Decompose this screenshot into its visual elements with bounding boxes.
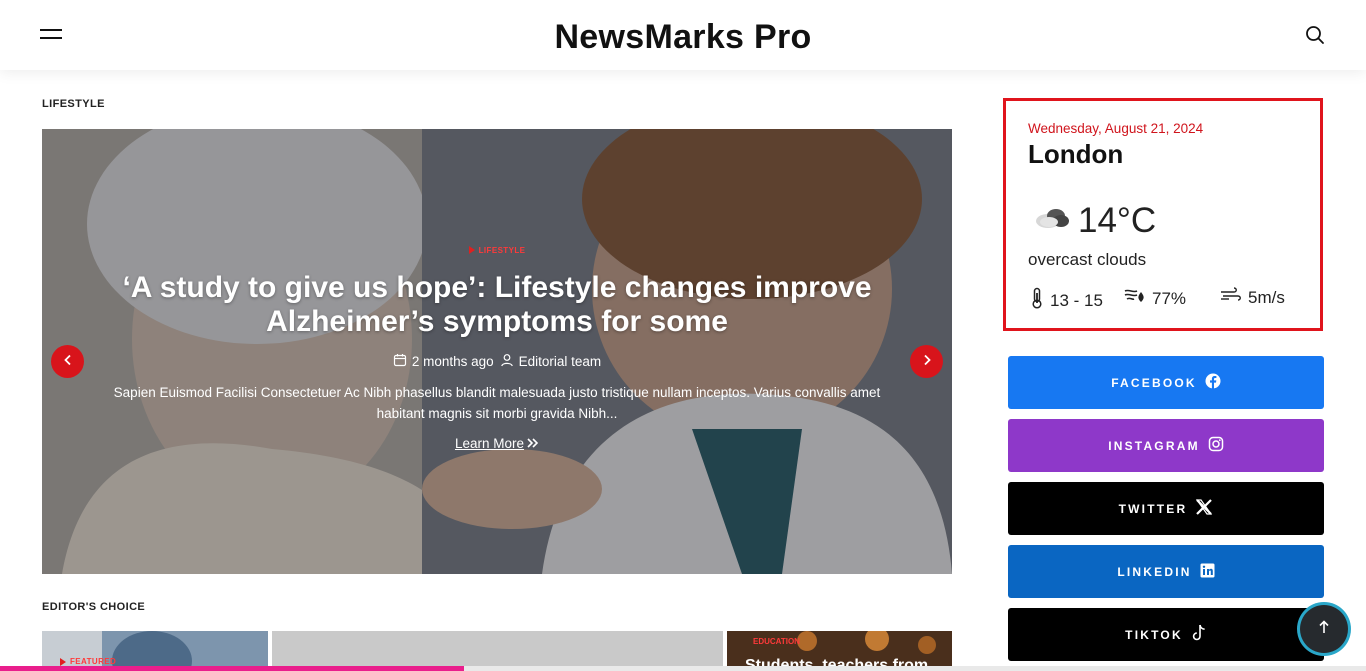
facebook-button[interactable]: FACEBOOK <box>1008 356 1324 409</box>
chevron-right-icon <box>921 353 933 371</box>
weather-temperature: 14°C <box>1078 201 1157 240</box>
slider-prev-button[interactable] <box>51 345 84 378</box>
linkedin-icon <box>1200 563 1215 581</box>
hero-author[interactable]: Editorial team <box>519 354 602 369</box>
humidity-icon <box>1124 287 1146 310</box>
weather-temp-range: 13 - 15 <box>1030 287 1103 314</box>
cloud-icon <box>1034 204 1070 230</box>
arrow-up-icon <box>1318 619 1330 639</box>
editors-choice-card[interactable]: EDUCATION Students, teachers from <box>727 631 952 671</box>
hero-meta: 2 months ago Editorial team <box>82 353 912 370</box>
search-icon[interactable] <box>1304 24 1326 46</box>
editors-choice-card[interactable]: FEATURED <box>42 631 268 671</box>
hero-category[interactable]: LIFESTYLE <box>468 246 526 255</box>
weather-city: London <box>1028 139 1124 169</box>
scroll-to-top-button[interactable] <box>1300 605 1348 653</box>
site-title[interactable]: NewsMarks Pro <box>0 18 1366 57</box>
editors-choice-grid: FEATURED EDUCATION Students, teachers fr… <box>42 631 952 671</box>
x-icon <box>1195 498 1213 519</box>
card-badge: FEATURED <box>60 657 116 666</box>
linkedin-button[interactable]: LINKEDIN <box>1008 545 1324 598</box>
learn-more-link[interactable]: Learn More <box>455 436 539 451</box>
editors-choice-card[interactable] <box>272 631 723 671</box>
section-label-lifestyle: LIFESTYLE <box>42 98 105 110</box>
tiktok-button[interactable]: TIKTOK <box>1008 608 1324 661</box>
hero-excerpt: Sapien Euismod Facilisi Consectetuer Ac … <box>113 385 881 421</box>
hero-title[interactable]: ‘A study to give us hope’: Lifestyle cha… <box>82 271 912 339</box>
wind-icon <box>1220 287 1242 308</box>
facebook-icon <box>1205 373 1221 392</box>
slider-next-button[interactable] <box>910 345 943 378</box>
section-label-editors-choice: EDITOR'S CHOICE <box>42 601 146 613</box>
weather-humidity: 77% <box>1124 287 1186 310</box>
site-header: NewsMarks Pro <box>0 0 1366 70</box>
weather-widget: Wednesday, August 21, 2024 London 14°C o… <box>1003 98 1323 331</box>
twitter-button[interactable]: TWITTER <box>1008 482 1324 535</box>
thermometer-icon <box>1030 287 1044 314</box>
weather-wind: 5m/s <box>1220 287 1285 308</box>
tiktok-icon <box>1191 624 1207 645</box>
chevron-left-icon <box>62 353 74 371</box>
weather-description: overcast clouds <box>1028 250 1147 269</box>
instagram-icon <box>1208 436 1224 455</box>
play-icon <box>60 657 66 666</box>
play-icon <box>468 246 475 254</box>
calendar-icon <box>393 353 407 370</box>
card-badge: EDUCATION <box>753 637 800 646</box>
hero-slider: LIFESTYLE ‘A study to give us hope’: Lif… <box>42 129 952 574</box>
hero-time-ago: 2 months ago <box>411 354 494 369</box>
user-icon <box>500 353 514 370</box>
hero-content: LIFESTYLE ‘A study to give us hope’: Lif… <box>82 241 912 453</box>
reading-progress-bar <box>0 666 1366 671</box>
reading-progress-fill <box>0 666 465 671</box>
double-chevron-right-icon <box>527 436 539 451</box>
instagram-button[interactable]: INSTAGRAM <box>1008 419 1324 472</box>
weather-date: Wednesday, August 21, 2024 <box>1028 121 1204 136</box>
